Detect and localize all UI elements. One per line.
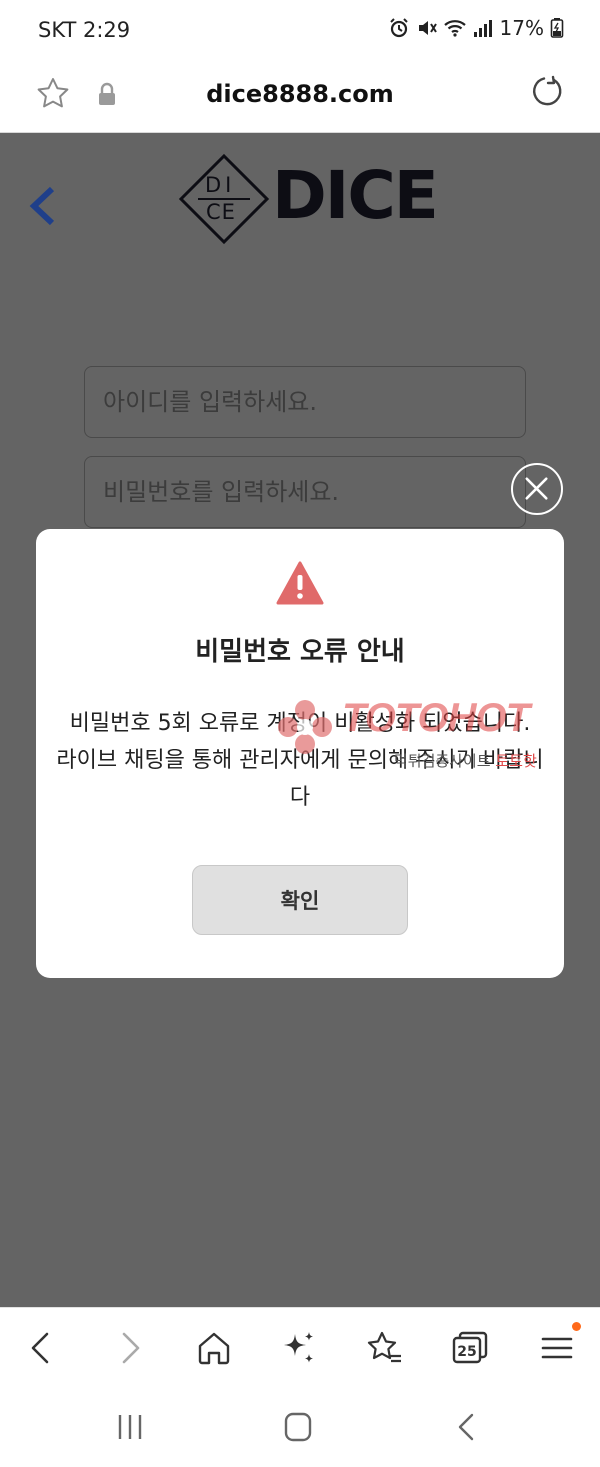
tab-count: 25 — [457, 1344, 476, 1360]
dialog-title: 비밀번호 오류 안내 — [195, 637, 405, 667]
system-navigation-bar — [0, 1389, 600, 1467]
mute-icon — [418, 21, 437, 35]
bookmarks-icon[interactable] — [364, 1328, 404, 1368]
alarm-icon — [389, 18, 408, 38]
tabs-icon[interactable]: 25 — [450, 1328, 490, 1368]
watermark-subtitle: 먹튀검증사이트 토토핫 — [394, 750, 537, 771]
wifi-icon — [443, 20, 466, 37]
warning-icon — [276, 561, 324, 605]
watermark-subtitle-highlight: 토토핫 — [495, 752, 537, 770]
password-field[interactable] — [84, 456, 526, 528]
dialog-close-button[interactable] — [511, 463, 563, 515]
dice-logo-word: DICE — [272, 157, 439, 234]
watermark-subtitle-prefix: 먹튀검증사이트 — [394, 752, 496, 770]
password-input[interactable] — [85, 457, 525, 527]
recent-apps-icon[interactable] — [112, 1411, 148, 1443]
url-text[interactable]: dice8888.com — [0, 80, 600, 108]
sparkle-icon[interactable] — [279, 1328, 319, 1368]
watermark-brand: TOTOHOT — [342, 696, 530, 740]
menu-icon[interactable] — [537, 1328, 577, 1368]
back-icon[interactable] — [22, 1328, 62, 1368]
confirm-button[interactable]: 확인 — [192, 865, 408, 935]
close-icon — [525, 477, 548, 500]
status-bar: SKT 2:29 17% — [0, 0, 600, 60]
home-button-icon[interactable] — [280, 1411, 316, 1443]
system-back-icon[interactable] — [450, 1411, 486, 1443]
battery-percent: 17% — [499, 16, 544, 40]
status-icons: 17% — [388, 16, 564, 40]
address-bar: dice8888.com — [0, 60, 600, 133]
signal-icon — [473, 20, 492, 37]
back-arrow-icon[interactable] — [28, 185, 58, 227]
dice-logo-mark: DI CE — [178, 153, 270, 245]
username-input[interactable] — [85, 367, 525, 437]
watermark: TOTOHOT 먹튀검증사이트 토토핫 — [272, 694, 600, 774]
username-field[interactable] — [84, 366, 526, 438]
battery-icon — [550, 18, 564, 38]
forward-icon[interactable] — [109, 1328, 149, 1368]
status-time: SKT 2:29 — [38, 18, 131, 42]
menu-notification-dot — [572, 1322, 581, 1331]
logo-mark-text-top: DI — [205, 173, 236, 197]
browser-toolbar: 25 — [0, 1307, 600, 1390]
logo-mark-text-bottom: CE — [206, 200, 236, 224]
home-icon[interactable] — [194, 1328, 234, 1368]
reload-icon[interactable] — [528, 74, 564, 110]
watermark-logo-icon — [278, 700, 332, 754]
